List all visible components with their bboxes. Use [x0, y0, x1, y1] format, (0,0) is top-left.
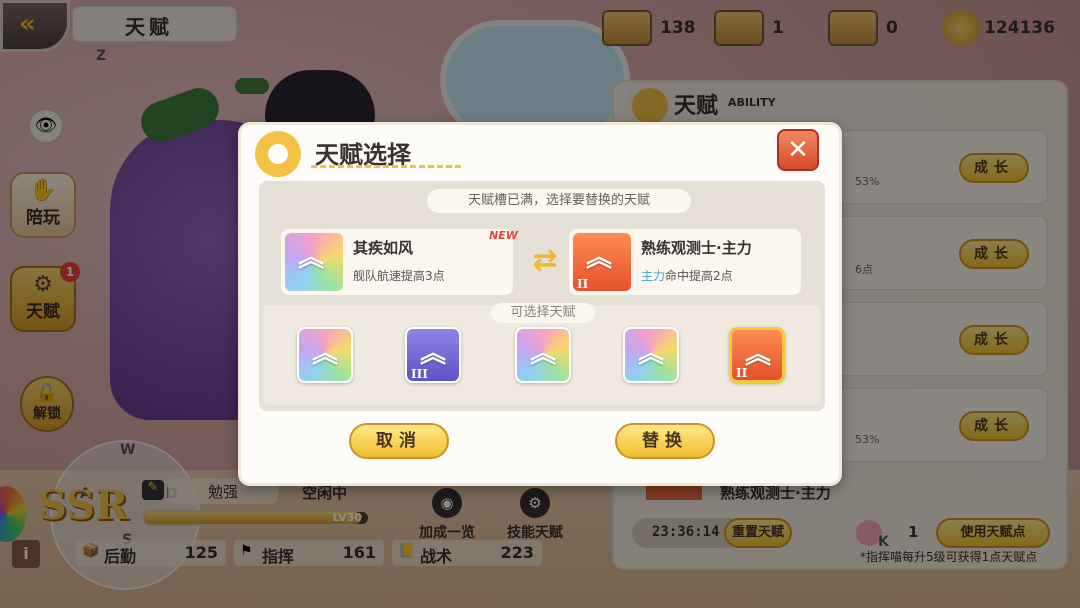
- old-talent-name: 熟练观测士·主力: [641, 239, 752, 257]
- options-label: 可选择天赋: [491, 303, 595, 323]
- talent-rank: II: [577, 277, 589, 291]
- chevron-up-icon: ︽: [638, 339, 665, 369]
- close-x-icon: ✕: [787, 135, 809, 165]
- dialog-body: 天赋槽已满，选择要替换的天赋 ︽ 其疾如风 NEW 舰队航速提高3点 ⇄ ︽ II…: [259, 181, 825, 411]
- swap-arrows-icon: ⇄: [532, 243, 558, 278]
- talent-icon: ︽: [285, 233, 343, 291]
- talent-options-area: 可选择天赋 ︽ ︽ III ︽ ︽ ︽ II: [263, 303, 821, 405]
- chevron-up-icon: ︽: [312, 339, 339, 369]
- talent-option[interactable]: ︽: [623, 327, 679, 383]
- cancel-button[interactable]: 取消: [349, 423, 449, 459]
- new-talent-desc: 舰队航速提高3点: [353, 269, 445, 283]
- chevron-up-icon: ︽: [298, 243, 325, 273]
- replace-button[interactable]: 替换: [615, 423, 715, 459]
- new-talent-name: 其疾如风: [353, 239, 414, 257]
- talent-option-selected[interactable]: ︽ II: [729, 327, 785, 383]
- talent-icon: ︽ II: [573, 233, 631, 291]
- chevron-up-icon: ︽: [420, 339, 447, 369]
- talent-option[interactable]: ︽: [515, 327, 571, 383]
- desc-highlight: 主力: [641, 269, 666, 283]
- old-talent-desc: 主力命中提高2点: [641, 267, 733, 284]
- gear-paw-icon: [255, 131, 301, 177]
- new-talent-card: ︽ 其疾如风 NEW 舰队航速提高3点: [281, 229, 518, 295]
- chevron-up-icon: ︽: [586, 243, 613, 273]
- talent-select-dialog: 天赋选择 ✕ 天赋槽已满，选择要替换的天赋 ︽ 其疾如风 NEW 舰队航速提高3…: [238, 122, 842, 486]
- talent-option[interactable]: ︽: [297, 327, 353, 383]
- new-tag: NEW: [489, 229, 518, 242]
- chevron-up-icon: ︽: [530, 339, 557, 369]
- chevron-up-icon: ︽: [745, 340, 772, 370]
- talent-rank: III: [411, 367, 428, 381]
- old-talent-card: ︽ II 熟练观测士·主力 主力命中提高2点: [569, 229, 801, 295]
- talent-option[interactable]: ︽ III: [405, 327, 461, 383]
- title-underline: [311, 165, 461, 168]
- replace-hint: 天赋槽已满，选择要替换的天赋: [427, 189, 691, 213]
- close-button[interactable]: ✕: [777, 129, 819, 171]
- desc-text: 命中提高2点: [665, 269, 733, 283]
- talent-rank: II: [736, 366, 748, 380]
